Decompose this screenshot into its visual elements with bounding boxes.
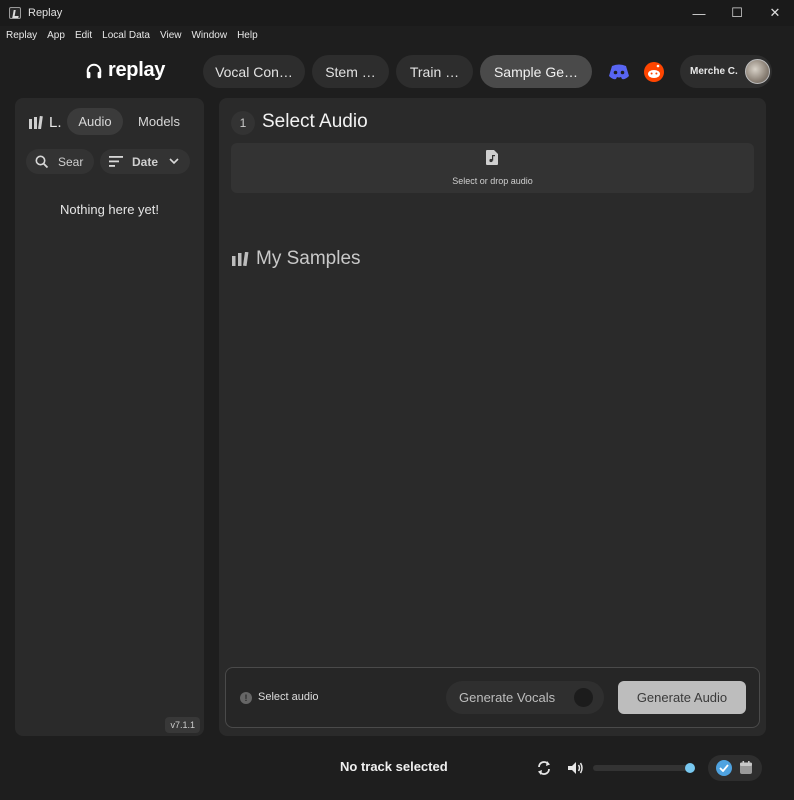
generate-vocals-label: Generate Vocals bbox=[459, 690, 556, 705]
menu-view[interactable]: View bbox=[160, 30, 182, 41]
menu-bar: Replay App Edit Local Data View Window H… bbox=[0, 26, 268, 44]
reddit-icon[interactable] bbox=[643, 61, 665, 83]
segment-audio[interactable]: Audio bbox=[67, 108, 123, 135]
sample-generation-panel: 1 Select Audio Select or drop audio My S… bbox=[219, 98, 766, 736]
generate-status-text: Select audio bbox=[258, 691, 319, 703]
section-title-select-audio: Select Audio bbox=[262, 111, 368, 132]
info-icon: ! bbox=[240, 692, 252, 704]
brand-name: replay bbox=[108, 59, 166, 81]
sort-icon bbox=[109, 156, 123, 167]
minimize-button[interactable]: — bbox=[680, 0, 718, 26]
discord-icon[interactable] bbox=[608, 61, 630, 83]
drop-zone-label: Select or drop audio bbox=[452, 176, 533, 186]
section-title-my-samples: My Samples bbox=[256, 248, 361, 269]
app-logo-icon bbox=[9, 7, 21, 19]
tab-vocal-conversion[interactable]: Vocal Con… bbox=[203, 55, 305, 88]
menu-app[interactable]: App bbox=[47, 30, 65, 41]
sync-status-pill[interactable] bbox=[708, 755, 762, 781]
calendar-icon bbox=[740, 761, 752, 774]
tab-stem-splitting[interactable]: Stem … bbox=[312, 55, 389, 88]
volume-slider-handle[interactable] bbox=[685, 763, 695, 773]
samples-library-icon bbox=[232, 252, 249, 266]
toggle-knob bbox=[574, 688, 593, 707]
tab-train[interactable]: Train … bbox=[396, 55, 473, 88]
menu-window[interactable]: Window bbox=[191, 30, 227, 41]
check-icon bbox=[716, 760, 732, 776]
step-number-badge: 1 bbox=[231, 111, 255, 135]
library-panel: L. Audio Models Sear Date Nothing here y… bbox=[15, 98, 204, 736]
menu-local-data[interactable]: Local Data bbox=[102, 30, 150, 41]
title-bar: Replay — ☐ ✕ bbox=[0, 0, 794, 26]
brand-logo[interactable]: replay bbox=[85, 59, 165, 82]
chevron-down-icon bbox=[169, 158, 179, 165]
generate-audio-button[interactable]: Generate Audio bbox=[618, 681, 746, 714]
version-badge: v7.1.1 bbox=[165, 717, 200, 733]
search-input[interactable]: Sear bbox=[26, 149, 94, 174]
library-empty-message: Nothing here yet! bbox=[59, 202, 159, 217]
generate-vocals-toggle[interactable]: Generate Vocals bbox=[446, 681, 604, 714]
library-label: L. bbox=[49, 114, 62, 131]
tab-sample-generation[interactable]: Sample Ge… bbox=[480, 55, 592, 88]
sort-dropdown[interactable]: Date bbox=[100, 149, 190, 174]
sort-label: Date bbox=[132, 154, 159, 169]
now-playing-label: No track selected bbox=[340, 759, 448, 774]
generate-bar: ! Select audio Generate Vocals Generate … bbox=[225, 667, 760, 728]
library-icon bbox=[29, 116, 43, 129]
audio-drop-zone[interactable]: Select or drop audio bbox=[231, 143, 754, 193]
window-title: Replay bbox=[28, 7, 63, 19]
search-icon bbox=[35, 155, 49, 168]
user-name: Merche C. bbox=[690, 66, 738, 77]
headphones-icon bbox=[86, 63, 102, 78]
volume-icon[interactable] bbox=[566, 759, 584, 777]
menu-edit[interactable]: Edit bbox=[75, 30, 92, 41]
close-button[interactable]: ✕ bbox=[756, 0, 794, 26]
avatar bbox=[745, 59, 770, 84]
menu-replay[interactable]: Replay bbox=[6, 30, 37, 41]
search-placeholder: Sear bbox=[58, 154, 84, 169]
maximize-button[interactable]: ☐ bbox=[718, 0, 756, 26]
user-account-button[interactable]: Merche C. bbox=[680, 55, 772, 88]
menu-help[interactable]: Help bbox=[237, 30, 258, 41]
audio-file-icon bbox=[486, 150, 498, 165]
window-controls: — ☐ ✕ bbox=[680, 0, 794, 26]
app-header: replay Vocal Con… Stem … Train … Sample … bbox=[0, 50, 794, 94]
segment-models[interactable]: Models bbox=[129, 108, 189, 135]
volume-slider[interactable] bbox=[593, 763, 695, 773]
player-bar: No track selected bbox=[0, 748, 794, 788]
loop-icon[interactable] bbox=[535, 759, 553, 777]
